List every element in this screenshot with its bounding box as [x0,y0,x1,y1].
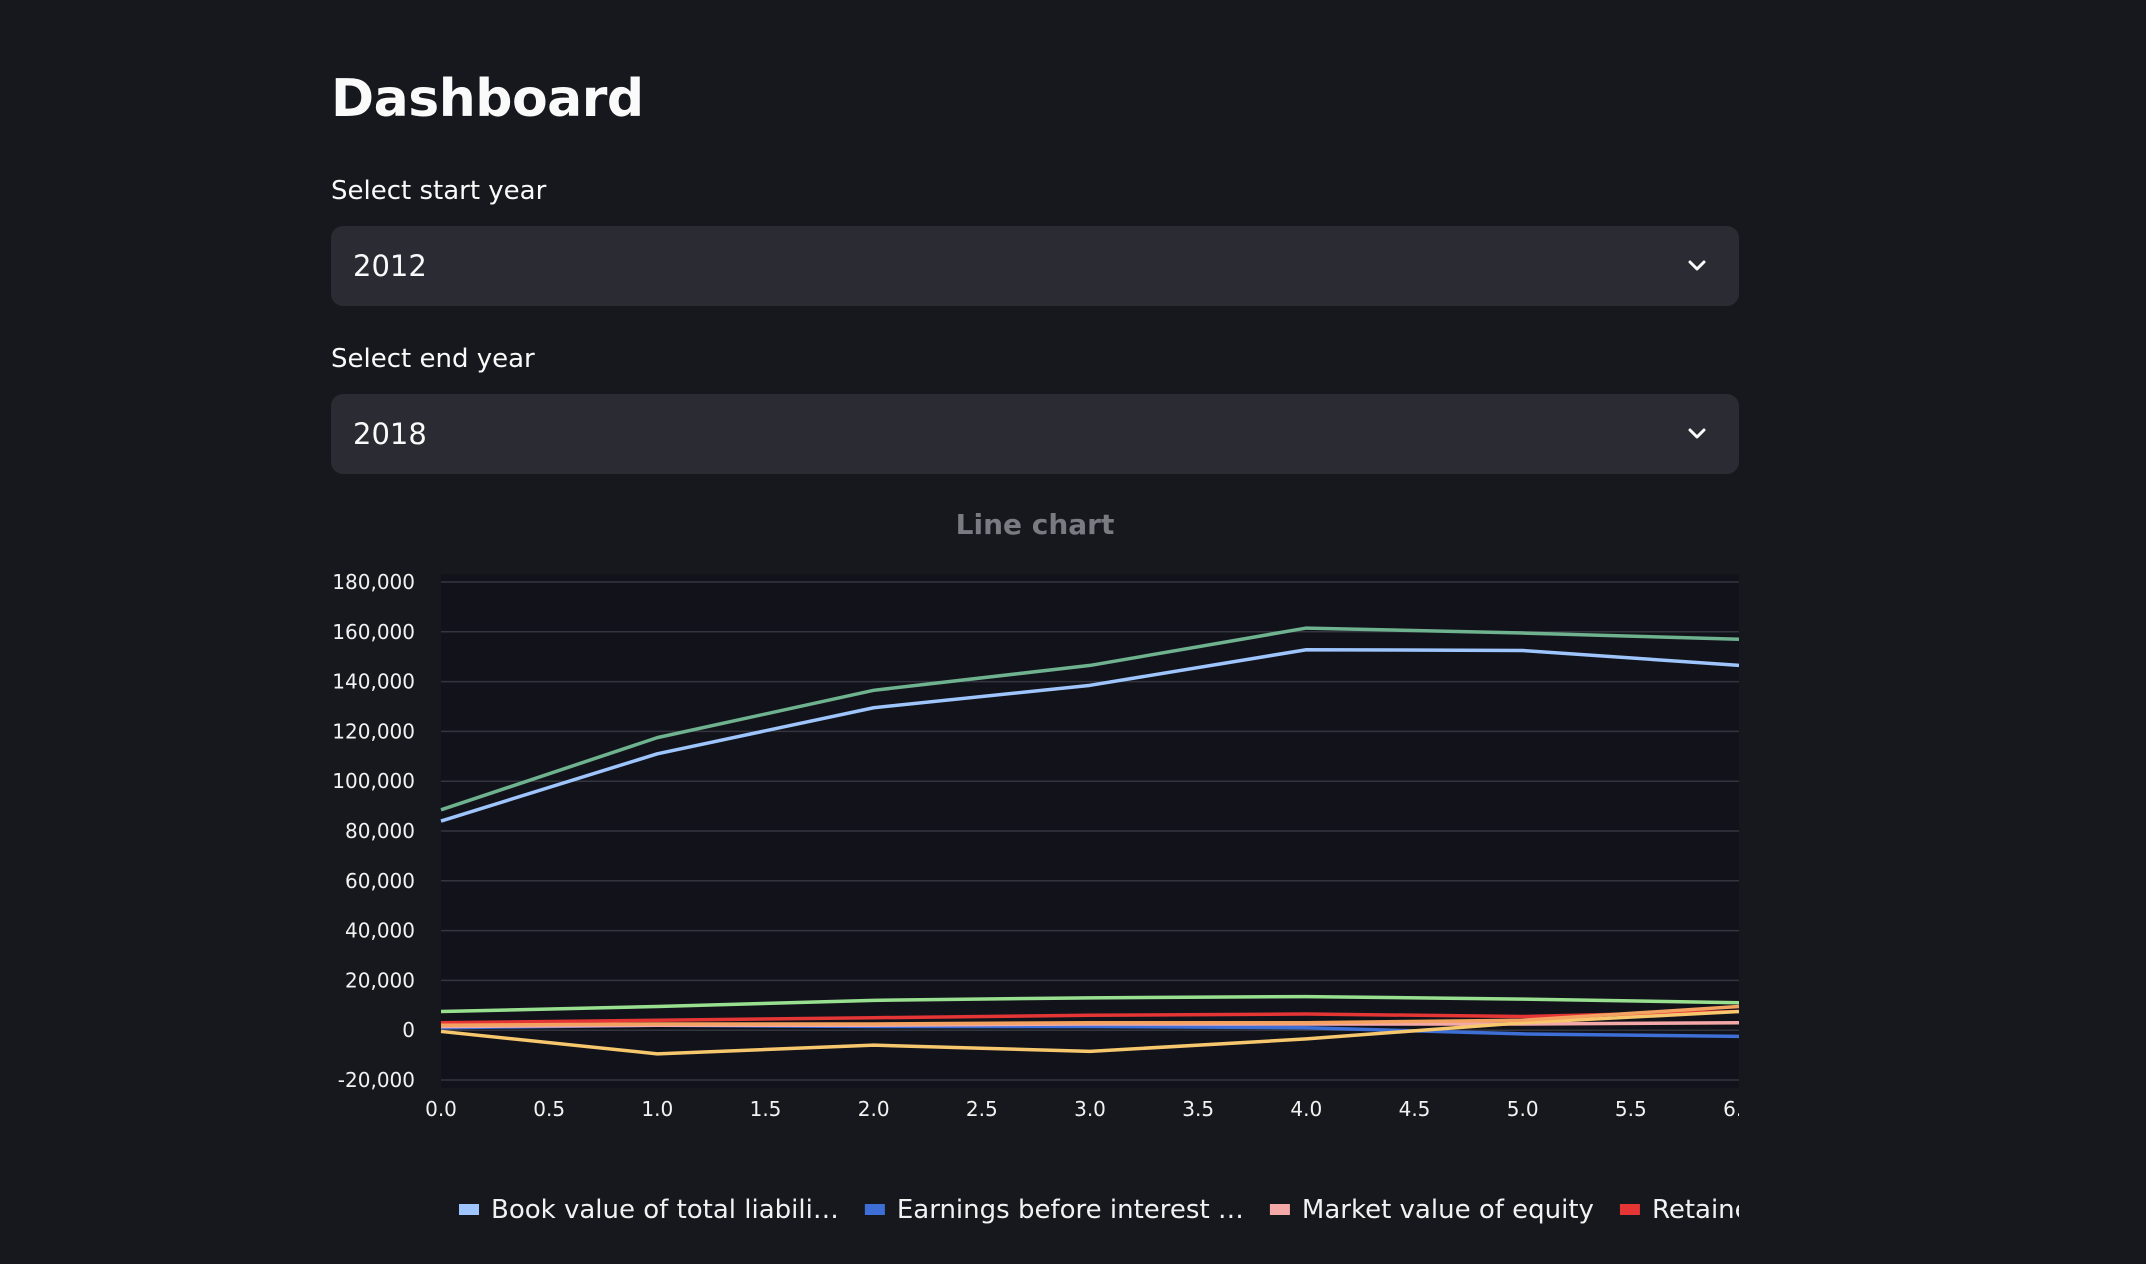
legend-swatch [1269,1204,1290,1215]
legend-label: Book value of total liabili… [491,1195,839,1225]
y-tick-label: 160,000 [332,620,415,644]
page-title: Dashboard [331,69,644,129]
legend-label: Retained earning [1652,1195,1739,1225]
y-tick-label: 60,000 [345,869,415,893]
y-tick-label: 140,000 [332,670,415,694]
x-tick-label: 2.0 [858,1097,890,1121]
x-tick-label: 1.5 [750,1097,782,1121]
y-tick-label: 180,000 [332,570,415,594]
x-tick-label: 6.0 [1723,1097,1739,1121]
x-tick-label: 3.5 [1182,1097,1214,1121]
x-tick-label: 5.5 [1615,1097,1647,1121]
start-year-value: 2012 [353,249,427,283]
x-tick-label: 4.0 [1290,1097,1322,1121]
y-tick-label: 80,000 [345,819,415,843]
legend-swatch [864,1204,885,1215]
x-tick-label: 0.0 [425,1097,457,1121]
dashboard-page: Dashboard Select start year 2012 Select … [0,0,2146,1264]
legend-swatch [459,1204,479,1215]
x-tick-label: 1.0 [641,1097,673,1121]
chart-title: Line chart [956,508,1115,541]
x-tick-label: 4.5 [1399,1097,1431,1121]
y-tick-label: 120,000 [332,719,415,743]
y-tick-label: 0 [402,1018,415,1042]
end-year-label: Select end year [331,344,535,374]
y-tick-label: 40,000 [345,919,415,943]
x-tick-label: 5.0 [1507,1097,1539,1121]
y-tick-label: 100,000 [332,769,415,793]
line-chart-container: Line chart 180,000 160,000 140,000 120,000 10… [331,494,1739,1264]
legend-label: Earnings before interest … [897,1195,1244,1225]
line-chart: Line chart 180,000 160,000 140,000 120,000 10… [332,508,1739,1225]
y-tick-label: -20,000 [338,1068,415,1092]
x-tick-label: 3.0 [1074,1097,1106,1121]
end-year-select[interactable]: 2018 [331,394,1739,474]
chevron-down-icon [1688,260,1706,271]
x-tick-label: 2.5 [966,1097,998,1121]
legend-swatch [1619,1204,1640,1215]
chevron-down-icon [1688,428,1706,439]
start-year-label: Select start year [331,176,547,206]
y-tick-label: 20,000 [345,968,415,992]
x-tick-label: 0.5 [533,1097,565,1121]
end-year-value: 2018 [353,417,427,451]
legend-label: Market value of equity [1302,1195,1594,1225]
start-year-select[interactable]: 2012 [331,226,1739,306]
